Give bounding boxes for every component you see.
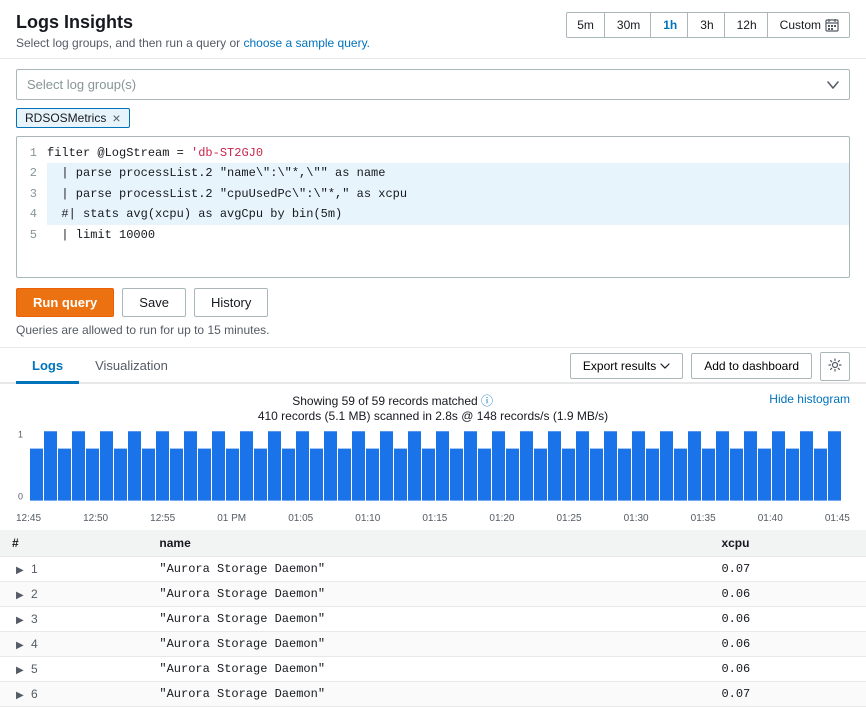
- row-expand: ▶ 6: [0, 682, 147, 707]
- query-actions: Run query Save History: [16, 288, 850, 317]
- header: Logs Insights Select log groups, and the…: [0, 0, 866, 59]
- query-section: Select log group(s) RDSOSMetrics × 1 fil…: [0, 59, 866, 348]
- tab-logs[interactable]: Logs: [16, 350, 79, 384]
- tab-visualization[interactable]: Visualization: [79, 350, 184, 384]
- hide-histogram-link[interactable]: Hide histogram: [769, 392, 850, 406]
- row-name: "Aurora Storage Daemon": [147, 682, 709, 707]
- gear-icon: [828, 358, 842, 372]
- row-xcpu: 0.06: [709, 607, 866, 632]
- row-name: "Aurora Storage Daemon": [147, 607, 709, 632]
- group-tag-label: RDSOSMetrics: [25, 111, 106, 125]
- query-note: Queries are allowed to run for up to 15 …: [16, 323, 850, 337]
- code-editor[interactable]: 1 filter @LogStream = 'db-ST2GJ0 2 | par…: [16, 136, 850, 278]
- row-xcpu: 0.06: [709, 632, 866, 657]
- add-to-dashboard-button[interactable]: Add to dashboard: [691, 353, 812, 379]
- col-header-num: #: [0, 530, 147, 557]
- time-range-selector: 5m 30m 1h 3h 12h Custom: [566, 12, 850, 38]
- row-xcpu: 0.06: [709, 582, 866, 607]
- results-table: # name xcpu ▶ 1 "Aurora Storage Daemon" …: [0, 530, 866, 707]
- row-name: "Aurora Storage Daemon": [147, 657, 709, 682]
- subtitle: Select log groups, and then run a query …: [16, 36, 370, 50]
- table-row: ▶ 2 "Aurora Storage Daemon" 0.06: [0, 582, 866, 607]
- group-tag-close[interactable]: ×: [112, 111, 120, 125]
- x-axis-labels: 12:45 12:50 12:55 01 PM 01:05 01:10 01:1…: [16, 511, 850, 526]
- histogram-stats-line2: 410 records (5.1 MB) scanned in 2.8s @ 1…: [258, 409, 608, 423]
- histogram-chart: 1 0: [16, 427, 850, 507]
- col-header-name: name: [147, 530, 709, 557]
- time-btn-30m[interactable]: 30m: [607, 13, 651, 37]
- results-actions: Export results Add to dashboard: [570, 352, 850, 381]
- code-line-1: 1 filter @LogStream = 'db-ST2GJ0: [17, 143, 849, 163]
- dropdown-arrow-icon: [827, 81, 839, 89]
- settings-button[interactable]: [820, 352, 850, 381]
- histogram-stats-line1: Showing 59 of 59 records matched ⓘ: [292, 394, 493, 408]
- row-expand-btn[interactable]: ▶: [12, 590, 28, 601]
- results-table-container: # name xcpu ▶ 1 "Aurora Storage Daemon" …: [0, 530, 866, 707]
- histogram-stats: Hide histogram Showing 59 of 59 records …: [16, 392, 850, 423]
- run-query-button[interactable]: Run query: [16, 288, 114, 317]
- save-button[interactable]: Save: [122, 288, 186, 317]
- code-lines: 1 filter @LogStream = 'db-ST2GJ0 2 | par…: [17, 137, 849, 277]
- row-expand: ▶ 5: [0, 657, 147, 682]
- time-btn-3h[interactable]: 3h: [690, 13, 724, 37]
- row-expand-btn[interactable]: ▶: [12, 615, 28, 626]
- time-btn-5m[interactable]: 5m: [567, 13, 605, 37]
- row-expand-btn[interactable]: ▶: [12, 690, 28, 701]
- selected-groups: RDSOSMetrics ×: [16, 108, 850, 128]
- code-line-3: 3 | parse processList.2 "cpuUsedPc\":\"*…: [17, 184, 849, 204]
- calendar-icon: [825, 18, 839, 32]
- table-row: ▶ 6 "Aurora Storage Daemon" 0.07: [0, 682, 866, 707]
- row-name: "Aurora Storage Daemon": [147, 557, 709, 582]
- export-results-button[interactable]: Export results: [570, 353, 683, 379]
- sample-query-link[interactable]: choose a sample query.: [244, 36, 371, 50]
- row-xcpu: 0.06: [709, 657, 866, 682]
- code-line-2: 2 | parse processList.2 "name\":\"*,\"" …: [17, 163, 849, 183]
- row-xcpu: 0.07: [709, 682, 866, 707]
- row-expand: ▶ 2: [0, 582, 147, 607]
- code-line-5: 5 | limit 10000: [17, 225, 849, 245]
- row-expand: ▶ 4: [0, 632, 147, 657]
- row-expand: ▶ 3: [0, 607, 147, 632]
- svg-text:0: 0: [18, 491, 23, 501]
- code-line-4: 4 #| stats avg(xcpu) as avgCpu by bin(5m…: [17, 204, 849, 224]
- log-group-placeholder: Select log group(s): [27, 77, 136, 92]
- group-tag: RDSOSMetrics ×: [16, 108, 130, 128]
- histogram-svg: 1 0: [16, 427, 850, 507]
- table-row: ▶ 4 "Aurora Storage Daemon" 0.06: [0, 632, 866, 657]
- page-title: Logs Insights: [16, 12, 370, 33]
- row-expand-btn[interactable]: ▶: [12, 665, 28, 676]
- row-expand: ▶ 1: [0, 557, 147, 582]
- header-left: Logs Insights Select log groups, and the…: [16, 12, 370, 50]
- time-btn-1h[interactable]: 1h: [653, 13, 688, 37]
- table-row: ▶ 3 "Aurora Storage Daemon" 0.06: [0, 607, 866, 632]
- log-group-dropdown[interactable]: Select log group(s): [16, 69, 850, 100]
- table-row: ▶ 5 "Aurora Storage Daemon" 0.06: [0, 657, 866, 682]
- dropdown-arrow-icon: [660, 363, 670, 369]
- history-button[interactable]: History: [194, 288, 268, 317]
- time-btn-custom[interactable]: Custom: [770, 13, 849, 37]
- col-header-xcpu: xcpu: [709, 530, 866, 557]
- page: Logs Insights Select log groups, and the…: [0, 0, 866, 707]
- svg-text:1: 1: [18, 429, 23, 439]
- results-tabs: Logs Visualization Export results Add to…: [0, 350, 866, 384]
- row-expand-btn[interactable]: ▶: [12, 640, 28, 651]
- row-name: "Aurora Storage Daemon": [147, 582, 709, 607]
- row-xcpu: 0.07: [709, 557, 866, 582]
- table-header: # name xcpu: [0, 530, 866, 557]
- time-btn-12h[interactable]: 12h: [727, 13, 768, 37]
- table-body: ▶ 1 "Aurora Storage Daemon" 0.07 ▶ 2 "Au…: [0, 557, 866, 707]
- histogram-area: Hide histogram Showing 59 of 59 records …: [0, 384, 866, 526]
- row-name: "Aurora Storage Daemon": [147, 632, 709, 657]
- row-expand-btn[interactable]: ▶: [12, 565, 28, 576]
- table-row: ▶ 1 "Aurora Storage Daemon" 0.07: [0, 557, 866, 582]
